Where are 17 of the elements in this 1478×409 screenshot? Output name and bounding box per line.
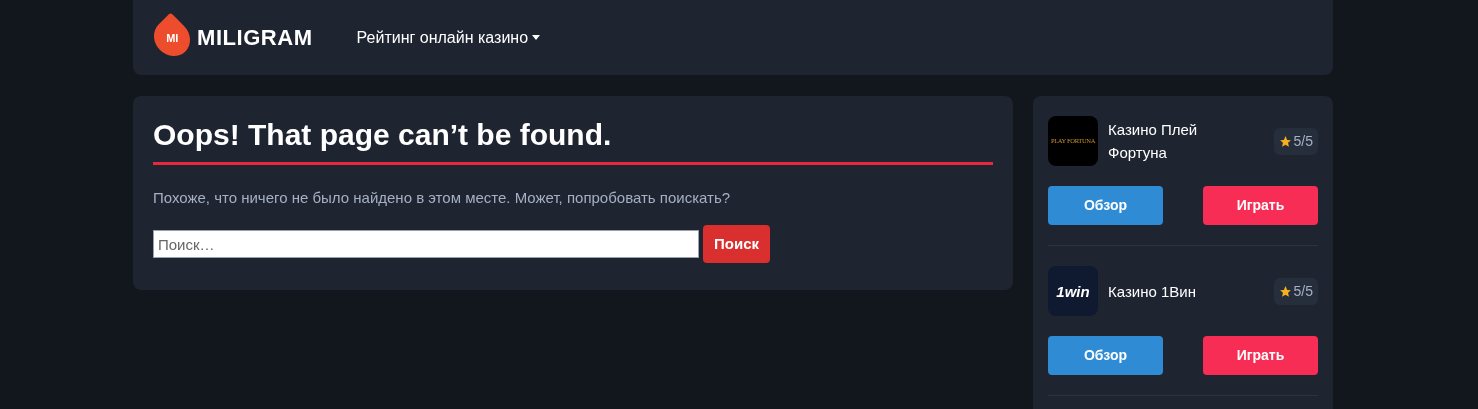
play-button[interactable]: Играть xyxy=(1203,336,1318,375)
rating-badge: 5/5 xyxy=(1273,127,1318,155)
brand-name: MILIGRAM xyxy=(197,24,313,52)
play-button[interactable]: Играть xyxy=(1203,186,1318,225)
page-title: Oops! That page can’t be found. xyxy=(153,116,993,165)
review-button[interactable]: Обзор xyxy=(1048,336,1163,375)
search-field[interactable]: Поиск… xyxy=(153,230,699,258)
rating-badge: 5/5 xyxy=(1273,277,1318,305)
casino-name: Казино 1Вин xyxy=(1108,281,1197,302)
star-icon xyxy=(1278,284,1292,298)
review-button[interactable]: Обзор xyxy=(1048,186,1163,225)
star-icon xyxy=(1278,134,1292,148)
casino-logo: 1win xyxy=(1048,266,1098,316)
message-text: Похоже, что ничего не было найдено в этом месте. Может, попробовать поискать? xyxy=(153,187,732,208)
nav-link[interactable]: Рейтинг онлайн казино xyxy=(356,25,541,50)
search-button[interactable]: Поиск xyxy=(703,225,770,263)
casino-name: Казино Плей Фортуна xyxy=(1108,120,1199,163)
